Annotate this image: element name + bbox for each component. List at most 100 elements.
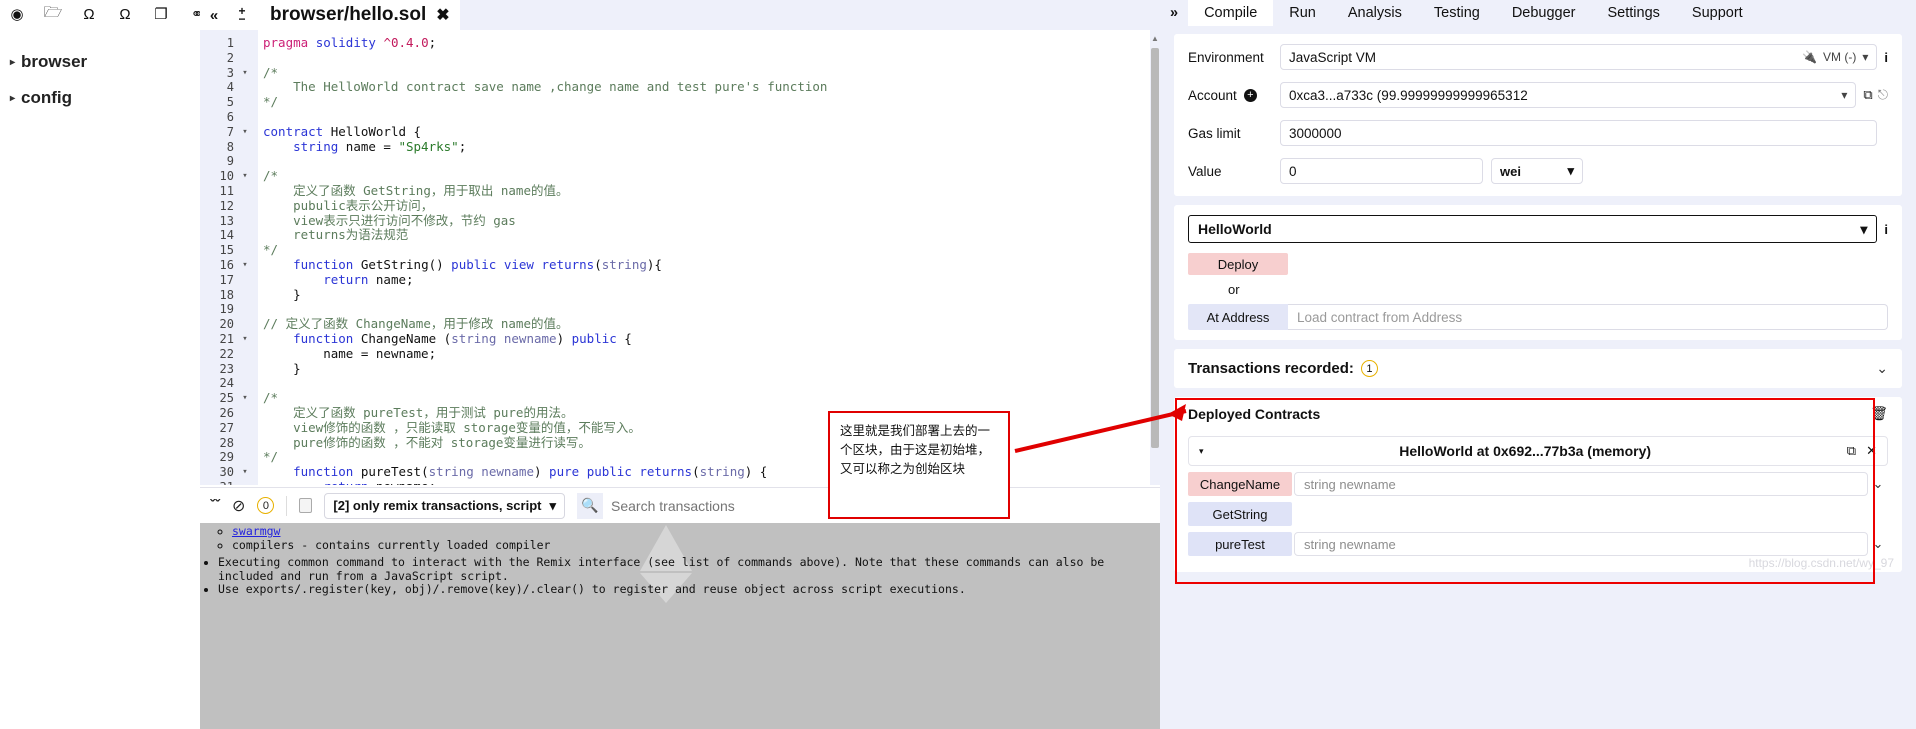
line-number: 7 xyxy=(226,124,234,139)
function-button-changename[interactable]: ChangeName xyxy=(1188,472,1292,496)
fold-toggle-icon[interactable]: ▾ xyxy=(240,66,250,81)
value-row: Value 0 wei ▾ i xyxy=(1188,158,1888,184)
transaction-filter-select[interactable]: [2] only remix transactions, script ▾ xyxy=(324,492,566,519)
search-icon[interactable]: 🔍 xyxy=(577,492,604,519)
deploy-button[interactable]: Deploy xyxy=(1188,253,1288,275)
code-text: } xyxy=(263,286,301,302)
function-input-changename[interactable]: string newname xyxy=(1294,472,1868,496)
code-text: function ChangeName (string newname) pub… xyxy=(293,330,632,346)
font-size-controls[interactable]: + − xyxy=(228,0,256,30)
line-number: 23 xyxy=(219,361,234,376)
contract-function-row: GetString xyxy=(1188,502,1888,526)
tab-testing[interactable]: Testing xyxy=(1418,0,1496,26)
connect-icon[interactable]: ◉ xyxy=(8,5,26,23)
fold-toggle-icon[interactable]: ▾ xyxy=(240,391,250,406)
code-editor[interactable]: 1 pragma solidity ^0.4.0; 2 3 ▾/* 4 The Hello… xyxy=(200,30,1160,485)
value-unit-select[interactable]: wei ▾ xyxy=(1491,158,1583,184)
explorer-item-config[interactable]: ▸ config xyxy=(0,80,200,116)
trash-icon[interactable]: 🗑 xyxy=(1870,405,1888,422)
chevron-down-icon: ▾ xyxy=(1841,88,1848,102)
chevron-down-icon[interactable]: ⌄ xyxy=(1876,360,1888,377)
add-account-icon[interactable]: + xyxy=(1243,88,1257,102)
close-icon[interactable]: ✖ xyxy=(436,5,449,25)
explorer-item-browser[interactable]: ▸ browser xyxy=(0,44,200,80)
tab-debugger[interactable]: Debugger xyxy=(1496,0,1592,26)
chevron-down-icon[interactable]: ⌄ xyxy=(1868,536,1888,552)
annotation-text: 这里就是我们部署上去的一个区块，由于这是初始堆，又可以称之为创始区块 xyxy=(840,423,991,476)
gas-limit-row: Gas limit 3000000 i xyxy=(1188,120,1888,146)
transactions-recorded-card[interactable]: Transactions recorded: 1 ⌄ xyxy=(1174,349,1902,388)
tab-settings[interactable]: Settings xyxy=(1592,0,1676,26)
environment-row: Environment JavaScript VM 🔌 VM (-) ▾ i xyxy=(1188,44,1888,70)
line-number: 17 xyxy=(219,272,234,287)
tab-run[interactable]: Run xyxy=(1273,0,1332,26)
line-number: 18 xyxy=(219,287,234,302)
info-icon[interactable]: i xyxy=(1884,222,1888,237)
code-line: 13 view表示只进行访问不修改，节约 gas xyxy=(200,213,1160,229)
environment-status: 🔌 VM (-) ▾ xyxy=(1802,50,1868,64)
copy-icon[interactable]: ⧉ xyxy=(1847,443,1856,459)
code-line: 21 ▾ function ChangeName (string newname)… xyxy=(200,330,1160,347)
copy-address-icon[interactable]: ⧉ xyxy=(1863,87,1872,103)
github-icon[interactable]: Ω xyxy=(80,5,98,23)
terminal-toggle-icon[interactable]: ˇˇ xyxy=(210,497,220,514)
fold-toggle-icon[interactable]: ▾ xyxy=(240,169,250,184)
tab-analysis[interactable]: Analysis xyxy=(1332,0,1418,26)
code-line: 15 */ xyxy=(200,242,1160,258)
folder-open-icon[interactable]: 🗁 xyxy=(44,4,63,23)
contract-select-line: HelloWorld ▾ i xyxy=(1188,215,1888,243)
clear-console-icon[interactable]: ⊘ xyxy=(232,496,245,516)
function-input-getstring xyxy=(1294,502,1868,526)
contract-function-row: pureTest string newname ⌄ xyxy=(1188,532,1888,556)
fold-toggle-icon[interactable]: ▾ xyxy=(240,258,250,273)
transactions-recorded-title: Transactions recorded: 1 xyxy=(1188,360,1378,377)
gas-limit-input[interactable]: 3000000 xyxy=(1280,120,1878,146)
zoom-out-icon[interactable]: − xyxy=(238,13,245,25)
code-text: 定义了函数 pureTest，用于测试 pure的用法。 xyxy=(263,404,574,420)
contract-function-row: ChangeName string newname ⌄ xyxy=(1188,472,1888,496)
expand-panel-icon[interactable]: » xyxy=(1160,5,1188,21)
pending-count-badge: 0 xyxy=(257,497,275,514)
gist-icon[interactable]: Ω xyxy=(116,5,134,23)
divider xyxy=(286,495,288,516)
chevron-down-icon[interactable]: ▾ xyxy=(1199,446,1204,457)
swarmgw-link[interactable]: swarmgw xyxy=(232,524,280,538)
scrollbar-thumb[interactable] xyxy=(1151,48,1159,448)
file-tab-hello-sol[interactable]: browser/hello.sol ✖ xyxy=(256,0,460,30)
listen-network-checkbox[interactable] xyxy=(299,498,313,513)
environment-select[interactable]: JavaScript VM 🔌 VM (-) ▾ xyxy=(1280,44,1878,70)
fold-toggle-icon[interactable]: ▾ xyxy=(240,125,250,140)
copy-files-icon[interactable]: ❐ xyxy=(152,5,170,23)
info-icon[interactable]: i xyxy=(1884,50,1888,65)
function-button-puretest[interactable]: pureTest xyxy=(1188,532,1292,556)
function-input-puretest[interactable]: string newname xyxy=(1294,532,1868,556)
deployed-instance-header[interactable]: ▾ HelloWorld at 0x692...77b3a (memory) ⧉… xyxy=(1188,436,1888,466)
fold-toggle-icon[interactable]: ▾ xyxy=(240,332,250,347)
line-number: 29 xyxy=(219,450,234,465)
code-line: 28 pure修饰的函数 ，不能对 storage变量进行读写。 xyxy=(200,435,1160,451)
line-number: 13 xyxy=(219,213,234,228)
at-address-button[interactable]: At Address xyxy=(1188,304,1288,330)
fold-toggle-icon[interactable]: ▾ xyxy=(240,465,250,480)
contract-select[interactable]: HelloWorld ▾ xyxy=(1188,215,1878,243)
tab-compile[interactable]: Compile xyxy=(1188,0,1274,26)
tab-support[interactable]: Support xyxy=(1676,0,1759,26)
line-number: 22 xyxy=(219,346,234,361)
code-text: /* xyxy=(263,390,279,406)
chevron-down-icon[interactable]: ⌄ xyxy=(1868,476,1888,492)
value-input[interactable]: 0 xyxy=(1280,158,1483,184)
at-address-input[interactable]: Load contract from Address xyxy=(1288,304,1888,330)
code-text: returns为语法规范 xyxy=(263,227,409,243)
account-select[interactable]: 0xca3...a733c (99.99999999999965312 ▾ xyxy=(1280,82,1857,108)
scroll-up-icon[interactable]: ▲ xyxy=(1151,34,1159,43)
code-line: 30 ▾ function pureTest(string newname) pu… xyxy=(200,464,1160,480)
close-icon[interactable]: ✕ xyxy=(1866,443,1877,459)
terminal-log-line: Executing common command to interact wit… xyxy=(218,555,1160,583)
editor-scrollbar[interactable]: ▲ xyxy=(1150,30,1160,485)
sign-message-icon[interactable]: ⎋ xyxy=(1878,87,1888,103)
code-text: view修饰的函数 ，只能读取 storage变量的值，不能写入。 xyxy=(263,419,641,435)
terminal-output[interactable]: swarmgw compilers - contains currently l… xyxy=(200,523,1160,729)
function-button-getstring[interactable]: GetString xyxy=(1188,502,1292,526)
collapse-panel-icon[interactable]: « xyxy=(200,0,228,30)
code-text: The HelloWorld contract save name ,chang… xyxy=(263,79,828,95)
